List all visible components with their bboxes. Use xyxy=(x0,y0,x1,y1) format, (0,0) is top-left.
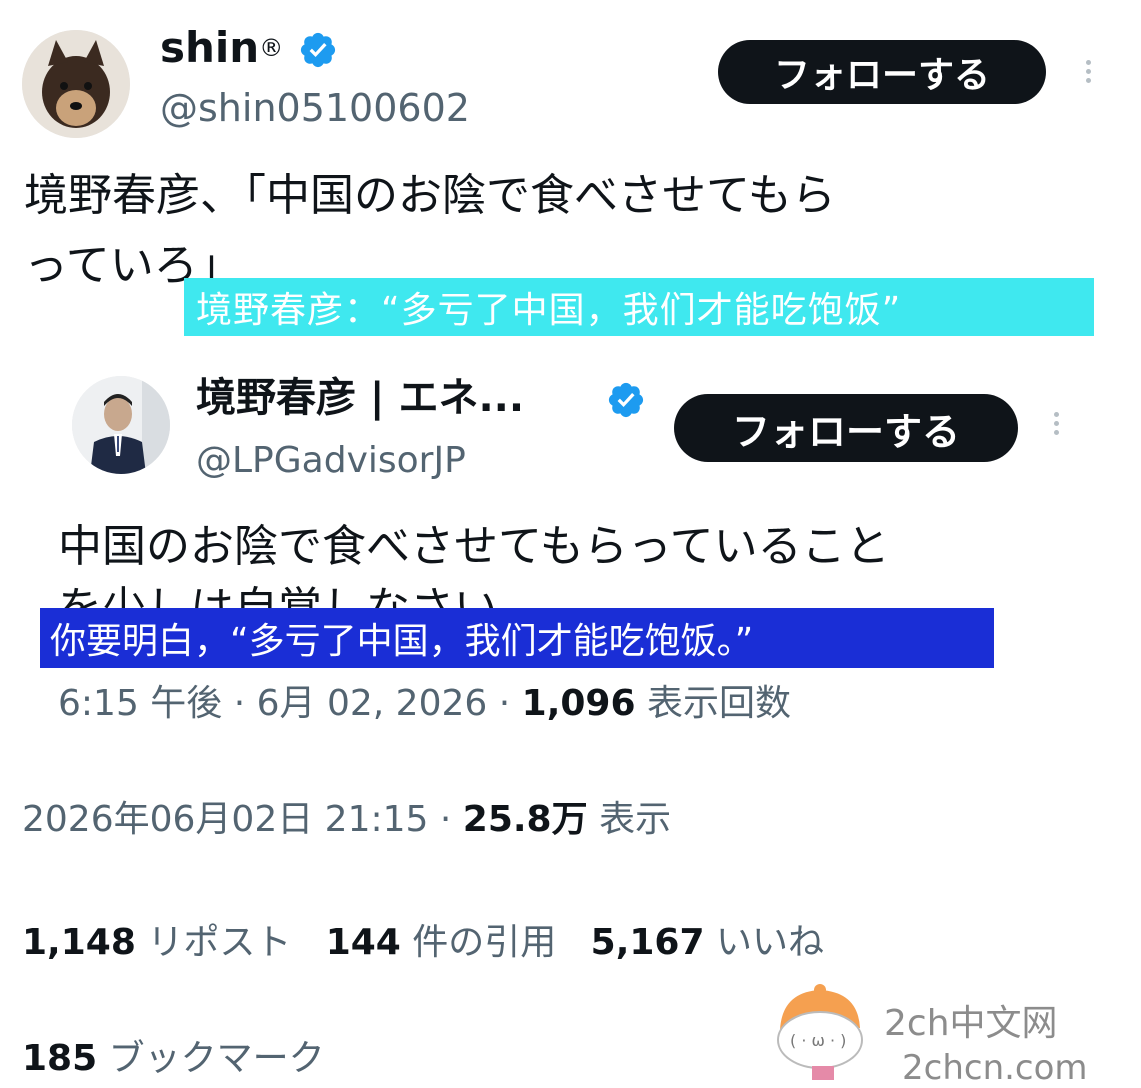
shin-avatar[interactable] xyxy=(22,30,130,138)
outer-chinese-subtitle-text: 境野春彦：“多亏了中国，我们才能吃饱饭” xyxy=(196,290,902,331)
watermark-line2: 2chcn.com xyxy=(902,1048,1088,1088)
quoted-follow-button[interactable]: フォローする xyxy=(674,394,1018,462)
quoted-time[interactable]: 6:15 午後 xyxy=(58,683,222,724)
quotes-count: 144 xyxy=(325,922,401,963)
quotes-label: 件の引用 xyxy=(412,922,557,963)
watermark-line1: 2ch中文网 xyxy=(884,1003,1058,1044)
bookmarks-label: ブックマーク xyxy=(108,1038,325,1079)
outer-handle[interactable]: @shin05100602 xyxy=(160,84,470,132)
engagement-stats-row: 1,148 リポスト 144 件の引用 5,167 いいね xyxy=(22,918,824,968)
meta-separator: · xyxy=(233,683,257,724)
quoted-kebab-menu-icon[interactable] xyxy=(1048,408,1064,448)
outer-views-count: 25.8万 xyxy=(462,799,588,840)
meta-separator: · xyxy=(439,799,463,840)
outer-tweet-text-line1: 境野春彦、「中国のお陰で食べさせてもら xyxy=(24,170,836,221)
outer-chinese-subtitle: 境野春彦：“多亏了中国，我们才能吃饱饭” xyxy=(184,278,1094,336)
quoted-verified-badge-icon xyxy=(608,382,644,418)
reposts-stat[interactable]: 1,148 リポスト xyxy=(22,922,303,963)
likes-stat[interactable]: 5,167 いいね xyxy=(591,922,824,963)
person-avatar-image xyxy=(72,376,170,474)
outer-display-name-text: shin xyxy=(160,23,260,72)
outer-datetime[interactable]: 2026年06月02日 21:15 xyxy=(22,799,428,840)
outer-views-label: 表示 xyxy=(599,799,672,840)
quoted-display-name[interactable]: 境野春彦 | エネ... xyxy=(196,372,524,424)
bookmarks-stat[interactable]: 185 ブックマーク xyxy=(22,1034,325,1084)
verified-badge-icon xyxy=(300,32,336,68)
quoted-avatar[interactable] xyxy=(72,376,170,474)
quoted-date[interactable]: 6月 02, 2026 xyxy=(257,683,488,724)
reposts-label: リポスト xyxy=(147,922,292,963)
likes-count: 5,167 xyxy=(590,922,705,963)
bookmarks-count: 185 xyxy=(22,1038,98,1079)
likes-label: いいね xyxy=(715,922,824,963)
meta-separator: · xyxy=(498,683,522,724)
quoted-views-label: 表示回数 xyxy=(646,683,791,724)
quotes-stat[interactable]: 144 件の引用 xyxy=(326,922,568,963)
quoted-chinese-subtitle-text: 你要明白，“多亏了中国，我们才能吃饱饭。” xyxy=(50,621,754,662)
svg-text:( · ω · ): ( · ω · ) xyxy=(790,1031,846,1050)
outer-follow-button[interactable]: フォローする xyxy=(718,40,1046,104)
outer-kebab-menu-icon[interactable] xyxy=(1080,56,1096,96)
reposts-count: 1,148 xyxy=(22,922,136,963)
quoted-meta-line: 6:15 午後 · 6月 02, 2026 · 1,096 表示回数 xyxy=(58,680,791,728)
quoted-chinese-subtitle: 你要明白，“多亏了中国，我们才能吃饱饭。” xyxy=(40,608,994,668)
quoted-handle[interactable]: @LPGadvisorJP xyxy=(196,438,466,484)
mascot-icon: ( · ω · ) xyxy=(777,984,863,1080)
quoted-tweet-text-line1: 中国のお陰で食べさせてもらっていること xyxy=(58,521,890,572)
dog-avatar-image xyxy=(22,30,130,138)
outer-meta-line: 2026年06月02日 21:15 · 25.8万 表示 xyxy=(22,796,671,844)
quoted-views-count: 1,096 xyxy=(521,683,636,724)
registered-mark: ® xyxy=(259,34,284,62)
outer-display-name[interactable]: shin® xyxy=(160,22,283,74)
